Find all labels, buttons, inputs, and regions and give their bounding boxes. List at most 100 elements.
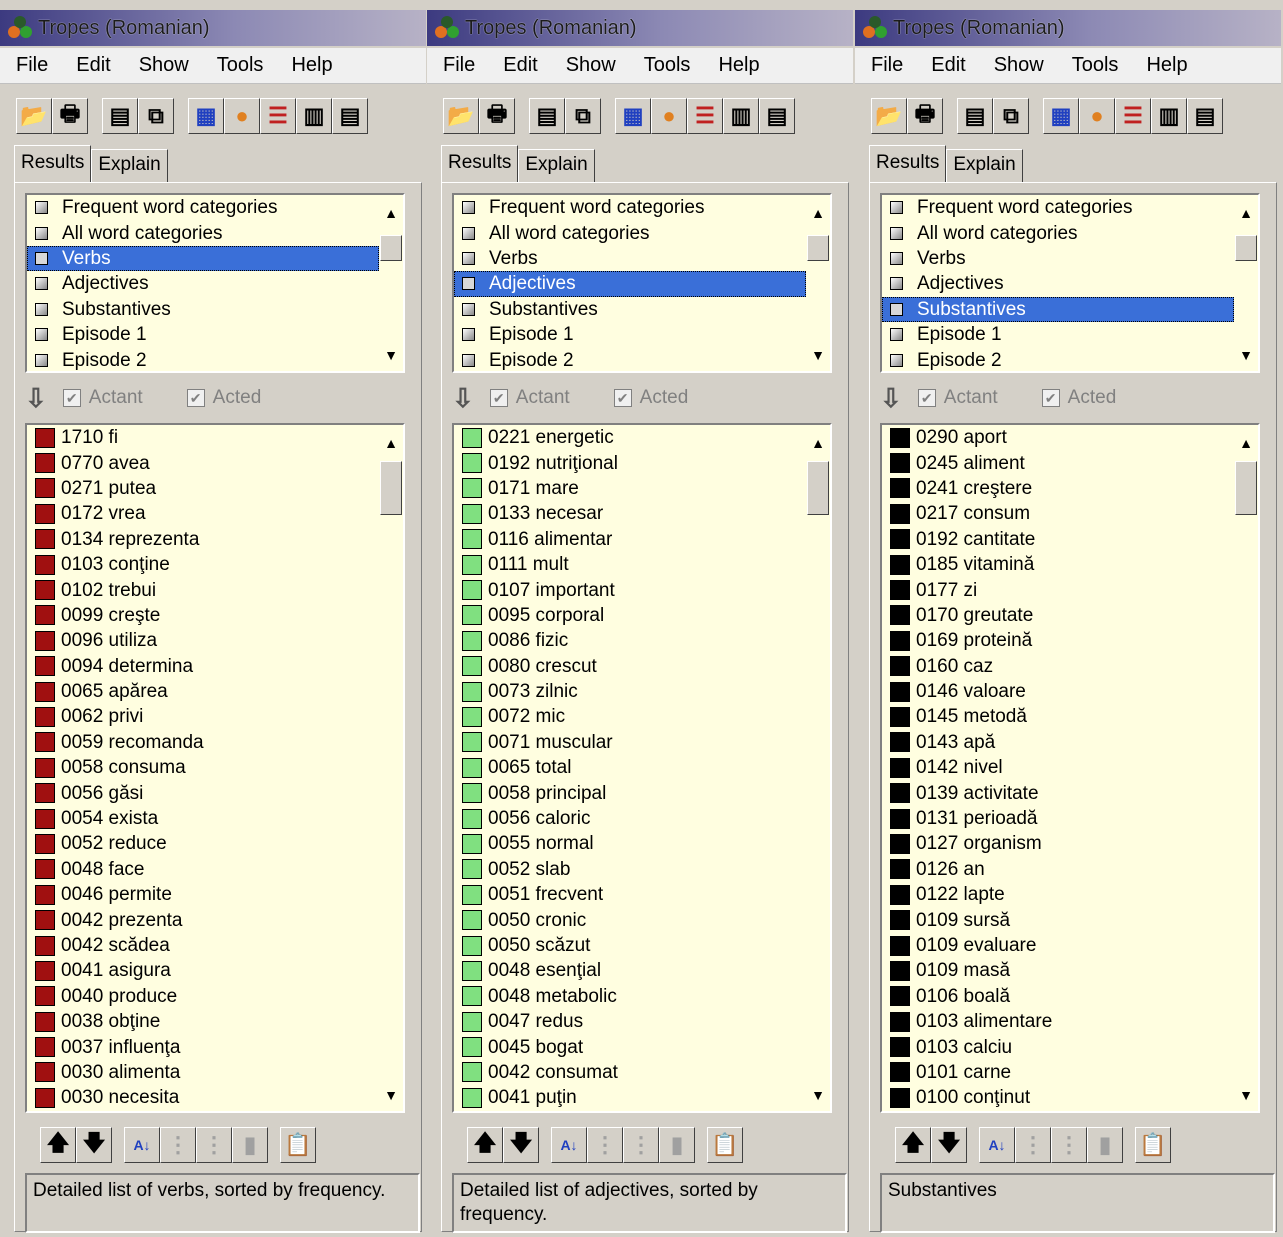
sort-az-button[interactable]: A↓ xyxy=(979,1127,1015,1163)
word-item[interactable]: 0102 trebui xyxy=(27,577,403,602)
scroll-down-icon[interactable]: ▼ xyxy=(806,1083,830,1107)
word-item[interactable]: 0086 fizic xyxy=(454,628,830,653)
menu-edit[interactable]: Edit xyxy=(915,54,977,77)
category-item[interactable]: Adjectives xyxy=(454,271,806,297)
copy-button[interactable]: ⧉ xyxy=(565,98,601,134)
category-item[interactable]: Episode 1 xyxy=(882,322,1258,347)
tree-expand-button[interactable]: ⋮ xyxy=(1015,1127,1051,1163)
word-item[interactable]: 0058 principal xyxy=(454,780,830,805)
category-scrollbar[interactable]: ▲ ▼ xyxy=(379,195,403,371)
word-scrollbar[interactable]: ▲ ▼ xyxy=(1234,425,1258,1111)
category-item[interactable]: Substantives xyxy=(882,296,1234,322)
word-item[interactable]: 0103 alimentare xyxy=(882,1009,1258,1034)
bar-chart-button[interactable]: ▥ xyxy=(296,98,332,134)
tree-button[interactable]: ▤ xyxy=(759,98,795,134)
word-item[interactable]: 0146 valoare xyxy=(882,679,1258,704)
word-item[interactable]: 0109 masă xyxy=(882,958,1258,983)
word-item[interactable]: 0192 cantitate xyxy=(882,527,1258,552)
word-item[interactable]: 0051 frecvent xyxy=(454,882,830,907)
word-list[interactable]: 1710 fi 0770 avea 0271 putea 0172 vrea 0134 … xyxy=(25,423,405,1113)
menu-help[interactable]: Help xyxy=(1130,54,1199,77)
word-item[interactable]: 0072 mic xyxy=(454,704,830,729)
menu-edit[interactable]: Edit xyxy=(60,54,122,77)
word-item[interactable]: 0103 conţine xyxy=(27,552,403,577)
relations-button[interactable]: ☰ xyxy=(260,98,296,134)
move-up-button[interactable]: 🡅 xyxy=(895,1127,931,1163)
bar-chart-button[interactable]: ▥ xyxy=(1151,98,1187,134)
word-item[interactable]: 0122 lapte xyxy=(882,882,1258,907)
word-item[interactable]: 0241 creştere xyxy=(882,476,1258,501)
word-item[interactable]: 0139 activitate xyxy=(882,780,1258,805)
menu-file[interactable]: File xyxy=(855,54,915,77)
paste-button[interactable]: 📋 xyxy=(1135,1127,1171,1163)
category-scrollbar[interactable]: ▲ ▼ xyxy=(806,195,830,371)
word-item[interactable]: 0133 necesar xyxy=(454,501,830,526)
word-item[interactable]: 0048 face xyxy=(27,857,403,882)
move-down-button[interactable]: 🡇 xyxy=(503,1127,539,1163)
word-item[interactable]: 0245 aliment xyxy=(882,450,1258,475)
word-item[interactable]: 0111 mult xyxy=(454,552,830,577)
word-item[interactable]: 0770 avea xyxy=(27,450,403,475)
category-list[interactable]: Frequent word categories All word categor… xyxy=(880,193,1260,373)
category-item[interactable]: Adjectives xyxy=(882,271,1258,296)
tab-explain[interactable]: Explain xyxy=(91,149,168,183)
down-arrow-icon[interactable]: ⇩ xyxy=(25,383,47,414)
grid-button[interactable]: ▦ xyxy=(188,98,224,134)
category-item[interactable]: Episode 1 xyxy=(454,322,830,347)
sort-az-button[interactable]: A↓ xyxy=(124,1127,160,1163)
menu-tools[interactable]: Tools xyxy=(628,54,703,77)
word-item[interactable]: 0030 alimenta xyxy=(27,1060,403,1085)
category-list[interactable]: Frequent word categories All word categor… xyxy=(452,193,832,373)
bar-chart-button[interactable]: ▥ xyxy=(723,98,759,134)
tab-results[interactable]: Results xyxy=(14,145,92,183)
acted-checkbox[interactable]: ✔ xyxy=(186,389,205,407)
scroll-up-icon[interactable]: ▲ xyxy=(806,431,830,455)
tab-explain[interactable]: Explain xyxy=(946,149,1023,183)
word-item[interactable]: 0042 consumat xyxy=(454,1060,830,1085)
move-up-button[interactable]: 🡅 xyxy=(467,1127,503,1163)
scroll-down-icon[interactable]: ▼ xyxy=(379,343,403,367)
scroll-thumb[interactable] xyxy=(1235,461,1257,515)
word-item[interactable]: 0171 mare xyxy=(454,476,830,501)
scroll-up-icon[interactable]: ▲ xyxy=(806,201,830,225)
word-item[interactable]: 0056 găsi xyxy=(27,780,403,805)
word-item[interactable]: 0109 sursă xyxy=(882,907,1258,932)
menu-show[interactable]: Show xyxy=(978,54,1056,77)
word-item[interactable]: 0052 reduce xyxy=(27,831,403,856)
word-item[interactable]: 0170 greutate xyxy=(882,603,1258,628)
filter-button[interactable]: ▮ xyxy=(232,1127,268,1163)
category-item[interactable]: Substantives xyxy=(27,297,403,322)
word-list[interactable]: 0221 energetic 0192 nutriţional 0171 mare 0… xyxy=(452,423,832,1113)
print-button[interactable]: 🖶 xyxy=(479,98,515,134)
grid-button[interactable]: ▦ xyxy=(1043,98,1079,134)
word-item[interactable]: 0038 obţine xyxy=(27,1009,403,1034)
filter-button[interactable]: ▮ xyxy=(1087,1127,1123,1163)
word-item[interactable]: 0192 nutriţional xyxy=(454,450,830,475)
scroll-up-icon[interactable]: ▲ xyxy=(379,431,403,455)
word-item[interactable]: 0054 exista xyxy=(27,806,403,831)
scroll-up-icon[interactable]: ▲ xyxy=(1234,431,1258,455)
relations-button[interactable]: ☰ xyxy=(1115,98,1151,134)
word-item[interactable]: 0046 permite xyxy=(27,882,403,907)
down-arrow-icon[interactable]: ⇩ xyxy=(880,383,902,414)
scroll-up-icon[interactable]: ▲ xyxy=(379,201,403,225)
word-item[interactable]: 0096 utiliza xyxy=(27,628,403,653)
move-down-button[interactable]: 🡇 xyxy=(76,1127,112,1163)
category-item[interactable]: Frequent word categories xyxy=(882,195,1258,220)
category-item[interactable]: Episode 2 xyxy=(27,347,403,371)
word-item[interactable]: 0099 creşte xyxy=(27,603,403,628)
word-item[interactable]: 0065 apărea xyxy=(27,679,403,704)
word-item[interactable]: 0055 normal xyxy=(454,831,830,856)
word-item[interactable]: 0062 privi xyxy=(27,704,403,729)
word-item[interactable]: 0095 corporal xyxy=(454,603,830,628)
scroll-thumb[interactable] xyxy=(807,235,829,261)
word-scrollbar[interactable]: ▲ ▼ xyxy=(806,425,830,1111)
word-item[interactable]: 0041 asigura xyxy=(27,958,403,983)
word-item[interactable]: 0134 reprezenta xyxy=(27,527,403,552)
word-item[interactable]: 0050 scăzut xyxy=(454,933,830,958)
category-item[interactable]: Verbs xyxy=(27,245,379,272)
properties-button[interactable]: ▤ xyxy=(102,98,138,134)
word-item[interactable]: 0047 redus xyxy=(454,1009,830,1034)
menu-file[interactable]: File xyxy=(0,54,60,77)
word-item[interactable]: 0048 esenţial xyxy=(454,958,830,983)
